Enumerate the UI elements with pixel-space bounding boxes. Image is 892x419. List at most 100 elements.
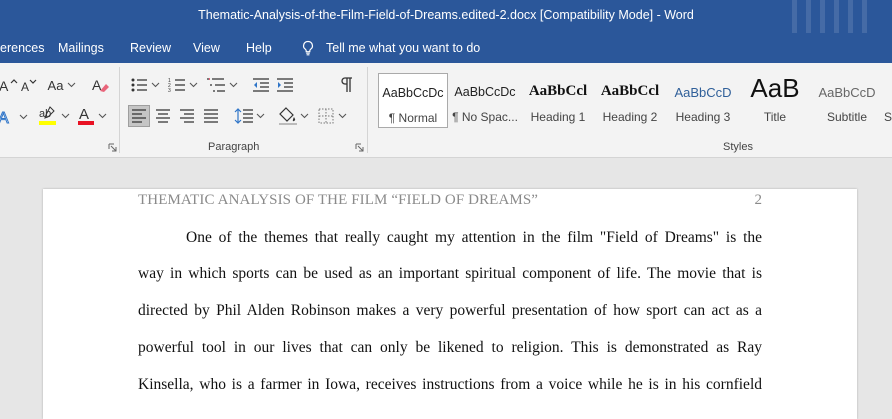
style-partial[interactable]: S (884, 73, 892, 128)
group-separator (367, 67, 368, 153)
font-dialog-launcher-icon[interactable] (108, 143, 117, 152)
style-preview: AaBbCcl (600, 83, 660, 99)
change-case-button[interactable]: Aa (46, 75, 78, 95)
group-separator (119, 67, 120, 153)
text-highlight-button[interactable]: ab (36, 105, 70, 127)
text-effects-button[interactable]: A (0, 107, 28, 127)
numbered-list-icon: 1 2 3 (168, 78, 185, 93)
chevron-down-icon (256, 113, 264, 119)
title-bar-pattern (792, 0, 872, 33)
show-formatting-marks-button[interactable] (336, 75, 358, 95)
svg-text:A: A (79, 106, 89, 123)
increase-indent-icon (277, 78, 293, 92)
style-subtitle[interactable]: AaBbCcD Subtitle (812, 73, 882, 128)
lightbulb-icon[interactable] (300, 40, 316, 56)
center-button[interactable] (152, 105, 174, 127)
styles-group-label: Styles (723, 141, 753, 153)
style-name: Subtitle (826, 110, 868, 124)
style-name: ¶ No Spac... (452, 110, 518, 124)
style-title[interactable]: AaB Title (740, 73, 810, 128)
paragraph-line[interactable]: directed by Phil Alden Robinson makes a … (138, 302, 762, 320)
align-right-button[interactable] (176, 105, 198, 127)
svg-text:A: A (0, 110, 9, 126)
line-spacing-icon (234, 108, 253, 124)
style-name: Heading 1 (530, 110, 586, 124)
chevron-down-icon (229, 82, 238, 88)
shrink-font-button[interactable]: A (20, 75, 38, 95)
tab-help[interactable]: Help (246, 41, 272, 55)
bullet-list-icon (131, 78, 147, 92)
style-preview: AaBbCcDc (454, 85, 516, 99)
svg-text:3: 3 (168, 88, 171, 93)
decrease-indent-button[interactable] (250, 75, 272, 95)
justify-icon (204, 109, 218, 123)
chevron-down-icon (68, 82, 76, 88)
chevron-down-icon (98, 113, 107, 119)
align-left-icon (132, 109, 146, 123)
style-heading-1[interactable]: AaBbCcl Heading 1 (523, 73, 593, 128)
document-page[interactable]: THEMATIC ANALYSIS OF THE FILM “FIELD OF … (43, 189, 857, 419)
svg-text:A: A (21, 80, 29, 93)
style-preview: AaBbCcD (674, 85, 732, 100)
clear-formatting-button[interactable]: A (90, 75, 112, 95)
chevron-down-icon (151, 82, 160, 88)
highlighter-icon: ab (38, 106, 56, 125)
chevron-down-icon (61, 113, 69, 119)
chevron-down-icon (338, 113, 347, 119)
svg-text:A: A (0, 78, 9, 93)
align-right-icon (180, 109, 194, 123)
paragraph-line[interactable]: Kinsella, who is a farmer in Iowa, recei… (138, 376, 762, 394)
paragraph-dialog-launcher-icon[interactable] (355, 143, 364, 152)
multilevel-list-icon (207, 78, 225, 92)
multilevel-list-button[interactable] (204, 75, 240, 95)
shrink-font-icon: A (21, 79, 37, 93)
increase-indent-button[interactable] (274, 75, 296, 95)
font-color-button[interactable]: A (76, 105, 108, 127)
grow-font-button[interactable]: A (0, 75, 18, 95)
font-color-icon: A (78, 106, 94, 125)
style-heading-3[interactable]: AaBbCcD Heading 3 (668, 73, 738, 128)
numbering-button[interactable]: 1 2 3 (166, 75, 200, 95)
style-normal[interactable]: AaBbCcDc ¶ Normal (378, 73, 448, 128)
paragraph-group-label: Paragraph (208, 141, 260, 153)
chevron-down-icon (19, 114, 28, 120)
change-case-label: Aa (47, 77, 64, 93)
style-preview: AaBbCcl (528, 83, 588, 99)
document-canvas[interactable]: THEMATIC ANALYSIS OF THE FILM “FIELD OF … (0, 158, 892, 419)
style-preview: AaBbCcDc (382, 86, 444, 100)
style-name: S (884, 110, 892, 124)
tell-me-search[interactable]: Tell me what you want to do (326, 41, 480, 55)
style-name: Heading 2 (602, 110, 658, 124)
paragraph-line[interactable]: powerful tool in our lives that can only… (138, 339, 762, 357)
text-effects-icon: A (0, 110, 10, 127)
line-spacing-button[interactable] (232, 105, 266, 127)
tab-view[interactable]: View (193, 41, 220, 55)
justify-button[interactable] (200, 105, 222, 127)
clear-formatting-icon: A (92, 77, 109, 93)
ribbon: A A Aa A A ab A 1 2 3 Paragraph AaBbCcDc… (0, 63, 892, 158)
style-name: Title (763, 110, 787, 124)
pilcrow-icon (341, 77, 352, 92)
style-no-spacing[interactable]: AaBbCcDc ¶ No Spac... (450, 73, 520, 128)
tab-references[interactable]: erences (0, 41, 44, 55)
borders-button[interactable] (314, 105, 350, 127)
title-bar: Thematic-Analysis-of-the-Film-Field-of-D… (0, 0, 892, 33)
page-number[interactable]: 2 (755, 192, 763, 209)
page-header[interactable]: THEMATIC ANALYSIS OF THE FILM “FIELD OF … (138, 192, 538, 209)
decrease-indent-icon (253, 78, 269, 92)
grow-font-icon: A (0, 78, 18, 93)
shading-button[interactable] (276, 105, 310, 127)
window-title: Thematic-Analysis-of-the-Film-Field-of-D… (198, 8, 694, 22)
align-left-button[interactable] (128, 105, 150, 127)
style-heading-2[interactable]: AaBbCcl Heading 2 (595, 73, 665, 128)
paint-bucket-icon (278, 107, 297, 125)
tab-review[interactable]: Review (130, 41, 171, 55)
paragraph-line[interactable]: way in which sports can be used as an im… (138, 265, 762, 283)
bullets-button[interactable] (128, 75, 162, 95)
align-center-icon (156, 109, 170, 123)
style-name: ¶ Normal (388, 111, 438, 125)
borders-icon (318, 108, 334, 124)
ribbon-tabs: erences Mailings Review View Help Tell m… (0, 33, 892, 63)
tab-mailings[interactable]: Mailings (58, 41, 104, 55)
paragraph-line[interactable]: One of the themes that really caught my … (186, 229, 762, 247)
